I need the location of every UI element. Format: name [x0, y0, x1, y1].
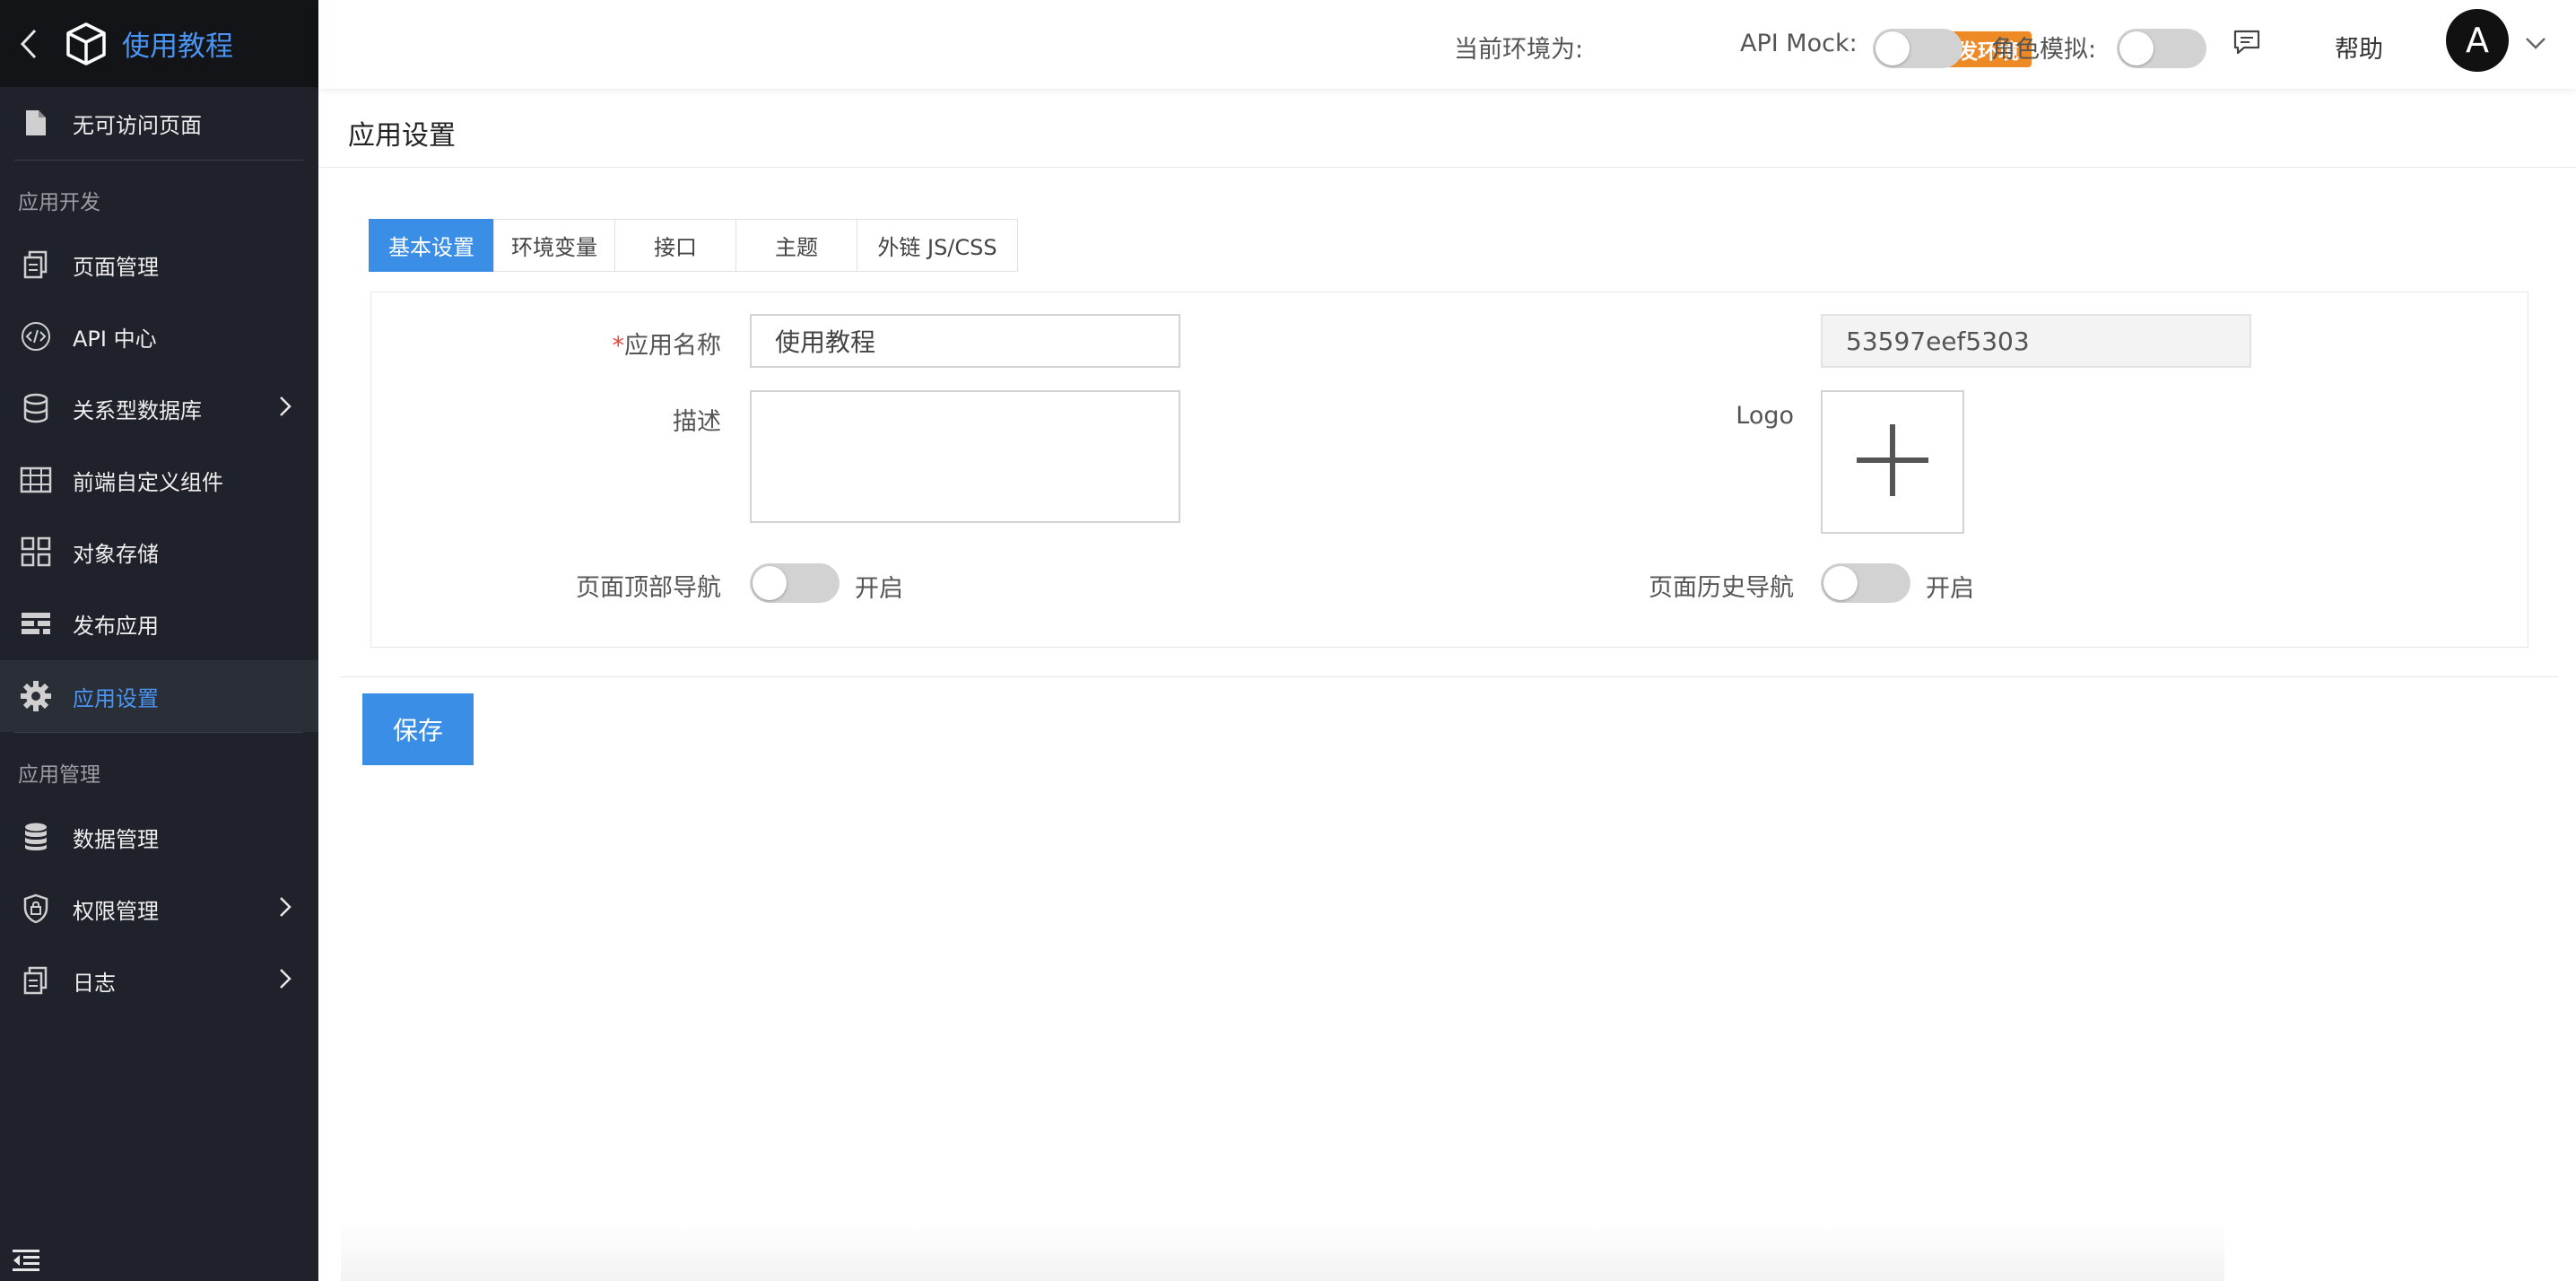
basic-settings-form: *应用名称 使用教程 短名字 53597eef5303 描述 Logo 页面顶部… [370, 292, 2528, 648]
sidebar-item-label: 权限管理 [73, 898, 159, 924]
api-mock-toggle[interactable] [1873, 29, 1962, 68]
sidebar-header: 使用教程 [0, 0, 318, 87]
tab-interfaces[interactable]: 接口 [614, 219, 736, 272]
logo-label: Logo [1736, 402, 1794, 430]
chevron-down-icon[interactable] [2525, 36, 2546, 50]
sidebar-group-dev: 应用开发 [18, 191, 100, 214]
toggle-knob [1875, 31, 1910, 65]
sidebar-item-pages[interactable]: 页面管理 [0, 229, 318, 301]
chevron-right-icon [279, 968, 292, 995]
bottom-fade [341, 1220, 2224, 1281]
database-icon [20, 392, 52, 424]
pages-icon [20, 248, 52, 281]
page-title: 应用设置 [348, 120, 456, 152]
top-bar: 当前环境为: 开发环境 API Mock: 角色模拟: 帮助 A [318, 0, 2576, 89]
sidebar-item-label: 页面管理 [73, 254, 159, 280]
logo-uploader[interactable] [1821, 390, 1964, 534]
components-icon [20, 464, 52, 496]
sidebar-item-object-storage[interactable]: 对象存储 [0, 516, 318, 588]
toggle-knob [1823, 566, 1858, 600]
sidebar-item-data-management[interactable]: 数据管理 [0, 801, 318, 873]
save-button[interactable]: 保存 [362, 693, 474, 765]
sidebar-item-label: 发布应用 [73, 613, 159, 639]
gear-icon [20, 680, 52, 712]
collapse-menu-icon[interactable] [11, 1247, 41, 1274]
sidebar-item-label: 关系型数据库 [73, 397, 202, 423]
settings-tabs: 基本设置 环境变量 接口 主题 外链 JS/CSS [369, 219, 1018, 272]
sidebar-item-logs[interactable]: 日志 [0, 945, 318, 1016]
history-nav-toggle[interactable] [1821, 563, 1910, 603]
plus-icon [1855, 423, 1930, 501]
toggle-knob [753, 566, 787, 600]
storage-icon [20, 536, 52, 568]
publish-icon [20, 607, 52, 640]
history-nav-on-text: 开启 [1926, 575, 1974, 603]
form-divider [341, 676, 2558, 677]
app-cube-icon [63, 21, 109, 67]
sidebar-item-frontend-components[interactable]: 前端自定义组件 [0, 444, 318, 516]
tab-basic-settings[interactable]: 基本设置 [369, 219, 494, 272]
description-label: 描述 [673, 408, 721, 436]
file-icon [20, 107, 52, 139]
sidebar-item-api-center[interactable]: API 中心 [0, 301, 318, 372]
sidebar-divider [14, 160, 303, 161]
sidebar-item-label: 应用设置 [73, 685, 159, 711]
history-nav-label: 页面历史导航 [1649, 574, 1794, 602]
app-title[interactable]: 使用教程 [122, 23, 233, 64]
back-arrow-icon[interactable] [20, 26, 47, 62]
app-name-label: *应用名称 [479, 326, 722, 361]
log-icon [20, 964, 52, 997]
tab-theme[interactable]: 主题 [735, 219, 857, 272]
tab-external-js-css[interactable]: 外链 JS/CSS [857, 219, 1018, 272]
sidebar-item-permissions[interactable]: 权限管理 [0, 873, 318, 945]
code-circle-icon [20, 320, 52, 353]
required-mark: * [612, 332, 625, 360]
sidebar: 使用教程 无可访问页面 应用开发 页面管理 API 中心 关系型数据库 前端自定… [0, 0, 318, 1281]
avatar[interactable]: A [2446, 9, 2509, 72]
sidebar-item-label: 对象存储 [73, 541, 159, 567]
sidebar-item-label: 无可访问页面 [73, 112, 202, 138]
api-mock-label: API Mock: [1740, 30, 1858, 57]
role-sim-label: 角色模拟: [1991, 36, 2097, 64]
page-header-divider [318, 167, 2576, 168]
message-icon[interactable] [2232, 29, 2262, 56]
help-link[interactable]: 帮助 [2335, 30, 2383, 65]
shield-lock-icon [20, 893, 52, 925]
sidebar-item-publish[interactable]: 发布应用 [0, 588, 318, 659]
sidebar-item-label: 数据管理 [73, 826, 159, 852]
sidebar-item-app-settings[interactable]: 应用设置 [0, 660, 318, 732]
app-name-input[interactable]: 使用教程 [750, 314, 1180, 368]
role-sim-toggle[interactable] [2117, 29, 2206, 68]
sidebar-item-no-access[interactable]: 无可访问页面 [0, 87, 318, 159]
top-nav-toggle[interactable] [750, 563, 840, 603]
data-stack-icon [20, 821, 52, 853]
tab-env-variables[interactable]: 环境变量 [493, 219, 615, 272]
sidebar-divider [14, 732, 303, 733]
env-label: 当前环境为: [1454, 36, 1584, 64]
description-textarea[interactable] [750, 390, 1180, 523]
sidebar-item-label: 前端自定义组件 [73, 469, 223, 495]
top-nav-on-text: 开启 [855, 575, 903, 603]
short-name-input: 53597eef5303 [1821, 314, 2251, 368]
sidebar-item-relational-db[interactable]: 关系型数据库 [0, 372, 318, 444]
app-name-label-text: 应用名称 [624, 332, 721, 360]
toggle-knob [2119, 31, 2154, 65]
chevron-right-icon [279, 896, 292, 923]
sidebar-group-manage: 应用管理 [18, 763, 100, 787]
chevron-right-icon [279, 396, 292, 423]
sidebar-item-label: API 中心 [73, 326, 157, 352]
sidebar-item-label: 日志 [73, 970, 116, 996]
top-nav-label: 页面顶部导航 [576, 574, 721, 602]
